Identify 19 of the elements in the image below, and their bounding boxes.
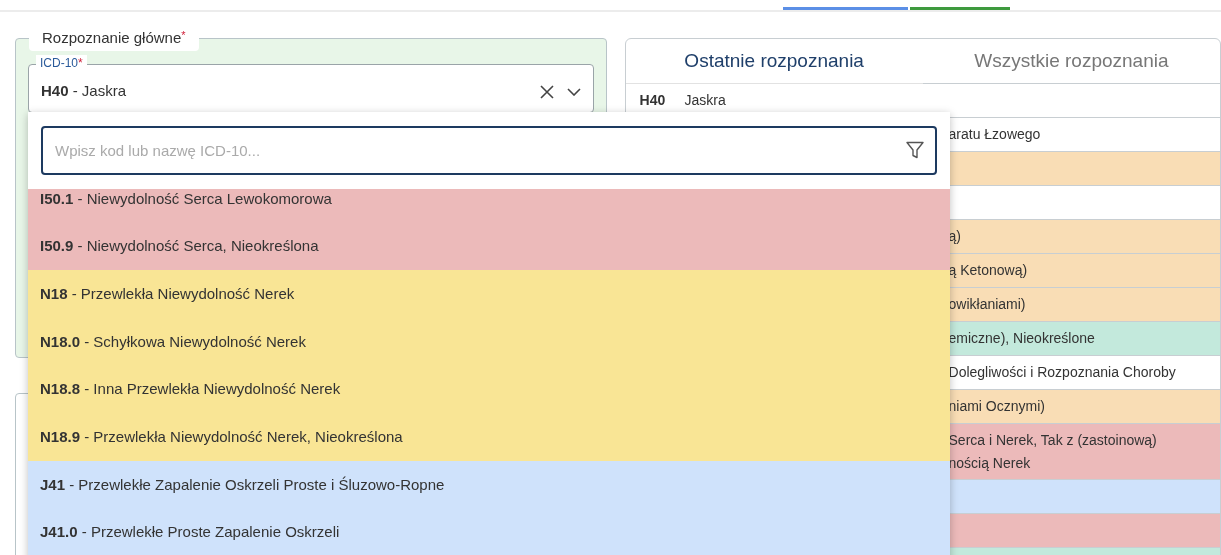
diagnosis-name: aratu Łzowego (947, 125, 1041, 144)
dropdown-option[interactable]: J41 - Przewlekłe Zapalenie Oskrzeli Proste i Śluzowo-Ropne (28, 461, 950, 509)
dropdown-option[interactable]: I50.1 - Niewydolność Serca Lewokomorowa (28, 189, 950, 223)
dropdown-option[interactable]: N18.9 - Przewlekła Niewydolność Nerek, Nieokreślona (28, 413, 950, 462)
diagnosis-name: Jaskra (684, 91, 726, 110)
diagnosis-name: Dolegliwości i Rozpoznania Choroby (947, 363, 1176, 382)
dropdown-option[interactable]: N18.0 - Schyłkowa Niewydolność Nerek (28, 318, 950, 366)
diagnosis-name: owikłaniami) (947, 295, 1026, 314)
dropdown-option[interactable]: N18.8 - Inna Przewlekła Niewydolność Nerek (28, 365, 950, 414)
field-value: H40 - Jaskra (41, 81, 128, 102)
close-icon[interactable] (539, 84, 554, 99)
chevron-down-icon[interactable] (566, 87, 581, 96)
filter-icon[interactable] (906, 141, 924, 159)
search-field[interactable]: Wpisz kod lub nazwę ICD-10... (41, 126, 937, 175)
dropdown-option[interactable]: I50.9 - Niewydolność Serca, Nieokreślona (28, 222, 950, 271)
diagnosis-code: H40 (638, 91, 667, 110)
dropdown-option[interactable]: J41.0 - Przewlekłe Proste Zapalenie Oskrzeli (28, 508, 950, 555)
diagnosis-name: emiczne), Nieokreślone (947, 329, 1095, 348)
dropdown-option[interactable]: N18 - Przewlekła Niewydolność Nerek (28, 270, 950, 319)
